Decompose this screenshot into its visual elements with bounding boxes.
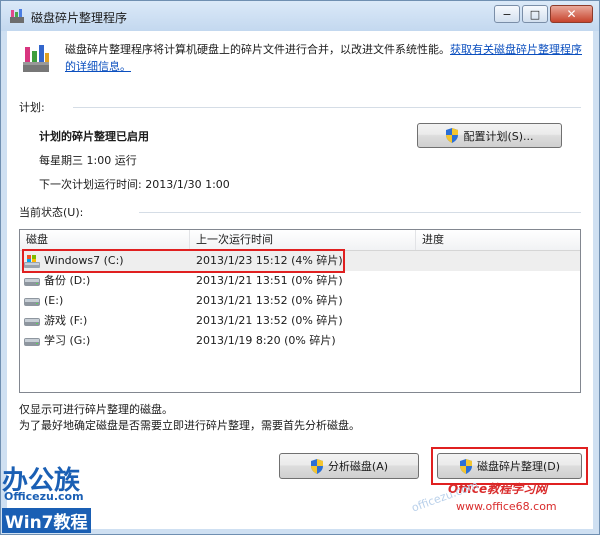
schedule-divider <box>73 107 581 108</box>
configure-schedule-button[interactable]: 配置计划(S)... <box>417 123 562 148</box>
title-bar[interactable]: 磁盘碎片整理程序 − □ ✕ <box>1 1 599 31</box>
status-divider <box>139 212 581 213</box>
schedule-group-label: 计划: <box>19 101 45 114</box>
disk-row-d[interactable]: 备份 (D:) 2013/1/21 13:51 (0% 碎片) <box>20 271 580 291</box>
intro-description: 磁盘碎片整理程序将计算机硬盘上的碎片文件进行合并，以改进文件系统性能。 <box>65 43 450 56</box>
maximize-button[interactable]: □ <box>522 5 548 23</box>
caption-buttons: − □ ✕ <box>492 5 593 23</box>
disk-list-header: 磁盘 上一次运行时间 进度 <box>20 230 580 251</box>
drive-icon <box>24 338 40 346</box>
drive-icon <box>24 298 40 306</box>
disk-last-run: 2013/1/21 13:52 (0% 碎片) <box>196 294 343 307</box>
watermark-win7: Win7教程 <box>2 508 91 533</box>
schedule-run-time: 每星期三 1:00 运行 <box>39 154 137 167</box>
watermark-brand-url: Officezu.com <box>4 490 84 503</box>
disk-name: 游戏 (F:) <box>44 314 88 327</box>
analyze-disk-label: 分析磁盘(A) <box>327 460 389 473</box>
disk-row-f[interactable]: 游戏 (F:) 2013/1/21 13:52 (0% 碎片) <box>20 311 580 331</box>
disk-row-e[interactable]: (E:) 2013/1/21 13:52 (0% 碎片) <box>20 291 580 311</box>
uac-shield-icon <box>446 128 459 143</box>
intro-text: 磁盘碎片整理程序将计算机硬盘上的碎片文件进行合并，以改进文件系统性能。获取有关磁… <box>65 41 585 75</box>
schedule-status: 计划的碎片整理已启用 <box>39 130 149 143</box>
uac-shield-icon <box>310 458 323 474</box>
watermark-right-url: www.office68.com <box>456 500 557 513</box>
column-disk[interactable]: 磁盘 <box>20 230 190 250</box>
minimize-icon: − <box>502 7 512 21</box>
configure-schedule-label: 配置计划(S)... <box>463 129 534 143</box>
disk-name: 学习 (G:) <box>44 334 91 347</box>
defrag-large-icon <box>23 45 49 72</box>
minimize-button[interactable]: − <box>494 5 520 23</box>
close-icon: ✕ <box>566 7 577 21</box>
disk-last-run: 2013/1/21 13:52 (0% 碎片) <box>196 314 343 327</box>
current-status-label: 当前状态(U): <box>19 206 84 219</box>
maximize-icon: □ <box>529 7 541 21</box>
drive-icon <box>24 278 40 286</box>
note-defrag-only: 仅显示可进行碎片整理的磁盘。 <box>19 403 173 416</box>
dialog-body: 磁盘碎片整理程序将计算机硬盘上的碎片文件进行合并，以改进文件系统性能。获取有关磁… <box>7 31 593 529</box>
highlight-box-row <box>22 249 345 273</box>
defrag-window: 磁盘碎片整理程序 − □ ✕ 磁盘碎片整理程序将计算机硬盘上的碎片文件进行合并，… <box>0 0 600 535</box>
schedule-next-run: 下一次计划运行时间: 2013/1/30 1:00 <box>39 178 230 191</box>
window-title: 磁盘碎片整理程序 <box>31 11 128 25</box>
close-button[interactable]: ✕ <box>550 5 593 23</box>
disk-name: (E:) <box>44 294 64 307</box>
disk-row-g[interactable]: 学习 (G:) 2013/1/19 8:20 (0% 碎片) <box>20 331 580 351</box>
analyze-disk-button[interactable]: 分析磁盘(A) <box>279 453 419 479</box>
defrag-app-icon <box>10 9 24 23</box>
note-analyze-first: 为了最好地确定磁盘是否需要立即进行碎片整理，需要首先分析磁盘。 <box>19 419 360 432</box>
disk-last-run: 2013/1/21 13:51 (0% 碎片) <box>196 274 343 287</box>
column-last-run[interactable]: 上一次运行时间 <box>190 230 416 250</box>
column-progress[interactable]: 进度 <box>416 230 580 250</box>
disk-last-run: 2013/1/19 8:20 (0% 碎片) <box>196 334 336 347</box>
disk-name: 备份 (D:) <box>44 274 91 287</box>
drive-icon <box>24 318 40 326</box>
